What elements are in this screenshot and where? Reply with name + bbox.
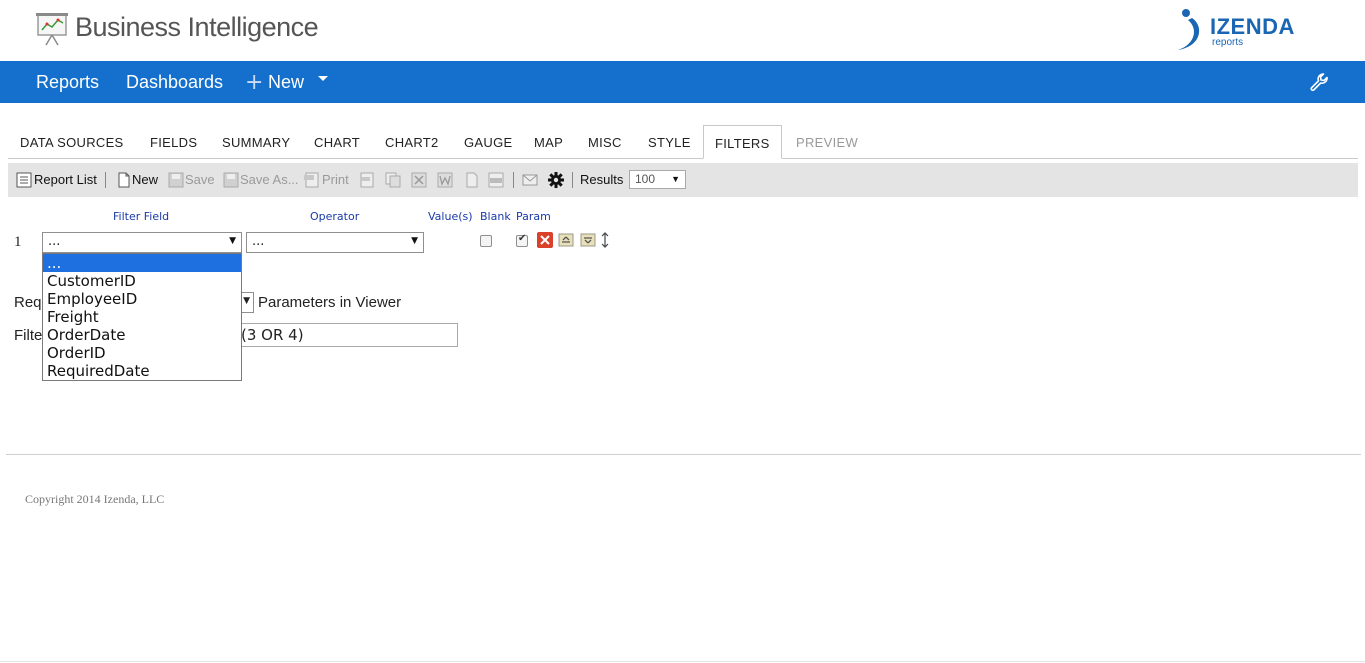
app-title: Business Intelligence (75, 12, 319, 42)
save-as-button[interactable]: Save As... (240, 172, 299, 187)
col-blank: Blank (480, 210, 511, 223)
izenda-logo: IZENDA reports (1174, 8, 1339, 52)
print-button[interactable]: Print (322, 172, 349, 187)
report-tabs: DATA SOURCES FIELDS SUMMARY CHART CHART2… (8, 125, 1358, 159)
text-export-icon[interactable] (464, 172, 480, 188)
operator-select[interactable]: ... ▼ (246, 232, 424, 253)
report-list-button[interactable]: Report List (34, 172, 97, 187)
chevron-down-icon: ▼ (671, 174, 680, 184)
operator-value: ... (252, 234, 265, 249)
tab-fields[interactable]: FIELDS (150, 135, 197, 150)
izenda-swoosh-icon (1178, 9, 1200, 50)
copyright-text: Copyright 2014 Izenda, LLC (25, 492, 165, 506)
col-values: Value(s) (428, 210, 473, 223)
tab-summary[interactable]: SUMMARY (222, 135, 290, 150)
dropdown-option[interactable]: OrderDate (43, 326, 241, 344)
email-icon[interactable] (522, 172, 538, 188)
tab-misc[interactable]: MISC (588, 135, 622, 150)
blank-checkbox[interactable] (480, 235, 492, 247)
dropdown-option[interactable]: OrderID (43, 344, 241, 362)
filter-field-value: ... (48, 234, 61, 249)
copy-icon[interactable] (385, 172, 401, 188)
results-value: 100 (635, 172, 656, 186)
filter-logic-input[interactable]: (3 OR 4) (238, 323, 458, 347)
new-document-icon[interactable] (116, 172, 132, 188)
params-viewer-label: Parameters in Viewer (258, 294, 402, 311)
save-icon[interactable] (168, 172, 184, 188)
html-export-icon[interactable] (359, 172, 375, 188)
move-down-icon[interactable] (580, 232, 596, 248)
tab-preview[interactable]: PREVIEW (796, 135, 858, 150)
delete-icon[interactable] (537, 232, 553, 248)
tab-map[interactable]: MAP (534, 135, 563, 150)
word-export-icon[interactable] (437, 172, 453, 188)
dropdown-option[interactable]: ... (43, 254, 241, 272)
tab-gauge[interactable]: GAUGE (464, 135, 512, 150)
new-button[interactable]: New (132, 172, 158, 187)
report-toolbar: Report List New Save Save As... Print Re… (8, 163, 1358, 197)
dropdown-option[interactable]: CustomerID (43, 272, 241, 290)
brand-sub: reports (1212, 37, 1244, 48)
nav-reports[interactable]: Reports (36, 72, 99, 93)
results-label: Results (580, 172, 624, 187)
dropdown-option[interactable]: EmployeeID (43, 290, 241, 308)
footer-divider (6, 454, 1361, 455)
save-as-icon[interactable] (223, 172, 239, 188)
required-label: Req (14, 294, 42, 311)
filter-field-select[interactable]: ... ▼ (42, 232, 242, 253)
dropdown-option[interactable]: RequiredDate (43, 362, 241, 380)
tab-chart2[interactable]: CHART2 (385, 135, 439, 150)
move-up-icon[interactable] (558, 232, 574, 248)
tab-chart[interactable]: CHART (314, 135, 360, 150)
rtf-export-icon[interactable] (488, 172, 504, 188)
pdf-icon[interactable] (304, 172, 320, 188)
chevron-down-icon: ▼ (243, 296, 250, 306)
page: Business Intelligence IZENDA reports Rep… (0, 0, 1365, 663)
toolbar-divider (513, 172, 514, 188)
chevron-down-icon: ▼ (229, 236, 236, 246)
header: Business Intelligence IZENDA reports (0, 0, 1365, 61)
results-select[interactable]: 100 ▼ (629, 170, 686, 189)
excel-export-icon[interactable] (411, 172, 427, 188)
filter-logic-label: Filte (14, 327, 43, 344)
col-operator: Operator (310, 210, 360, 223)
wrench-icon[interactable] (1309, 72, 1329, 92)
toolbar-divider (572, 172, 573, 188)
bottom-border (0, 661, 1365, 662)
presentation-board-icon (36, 13, 68, 46)
nav-new[interactable]: New (268, 72, 304, 93)
dropdown-option[interactable]: Freight (43, 308, 241, 326)
gear-icon[interactable] (548, 172, 564, 188)
filter-field-dropdown: ... CustomerID EmployeeID Freight OrderD… (42, 253, 242, 381)
chevron-down-icon: ▼ (411, 236, 418, 246)
filter-row-number: 1 (14, 234, 22, 250)
param-checkbox[interactable] (516, 233, 528, 247)
tab-filters[interactable]: FILTERS (703, 125, 782, 159)
tab-data-sources[interactable]: DATA SOURCES (20, 135, 124, 150)
toolbar-divider (105, 172, 106, 188)
col-filter-field: Filter Field (113, 210, 170, 223)
reorder-icon[interactable] (600, 232, 610, 248)
col-param: Param (516, 210, 551, 223)
plus-icon: + (245, 70, 264, 95)
nav-dashboards[interactable]: Dashboards (126, 72, 223, 93)
chevron-down-icon[interactable] (318, 76, 328, 81)
tab-style[interactable]: STYLE (648, 135, 691, 150)
save-button[interactable]: Save (185, 172, 215, 187)
report-list-icon[interactable] (16, 172, 32, 188)
top-nav: Reports Dashboards + New (0, 61, 1365, 103)
